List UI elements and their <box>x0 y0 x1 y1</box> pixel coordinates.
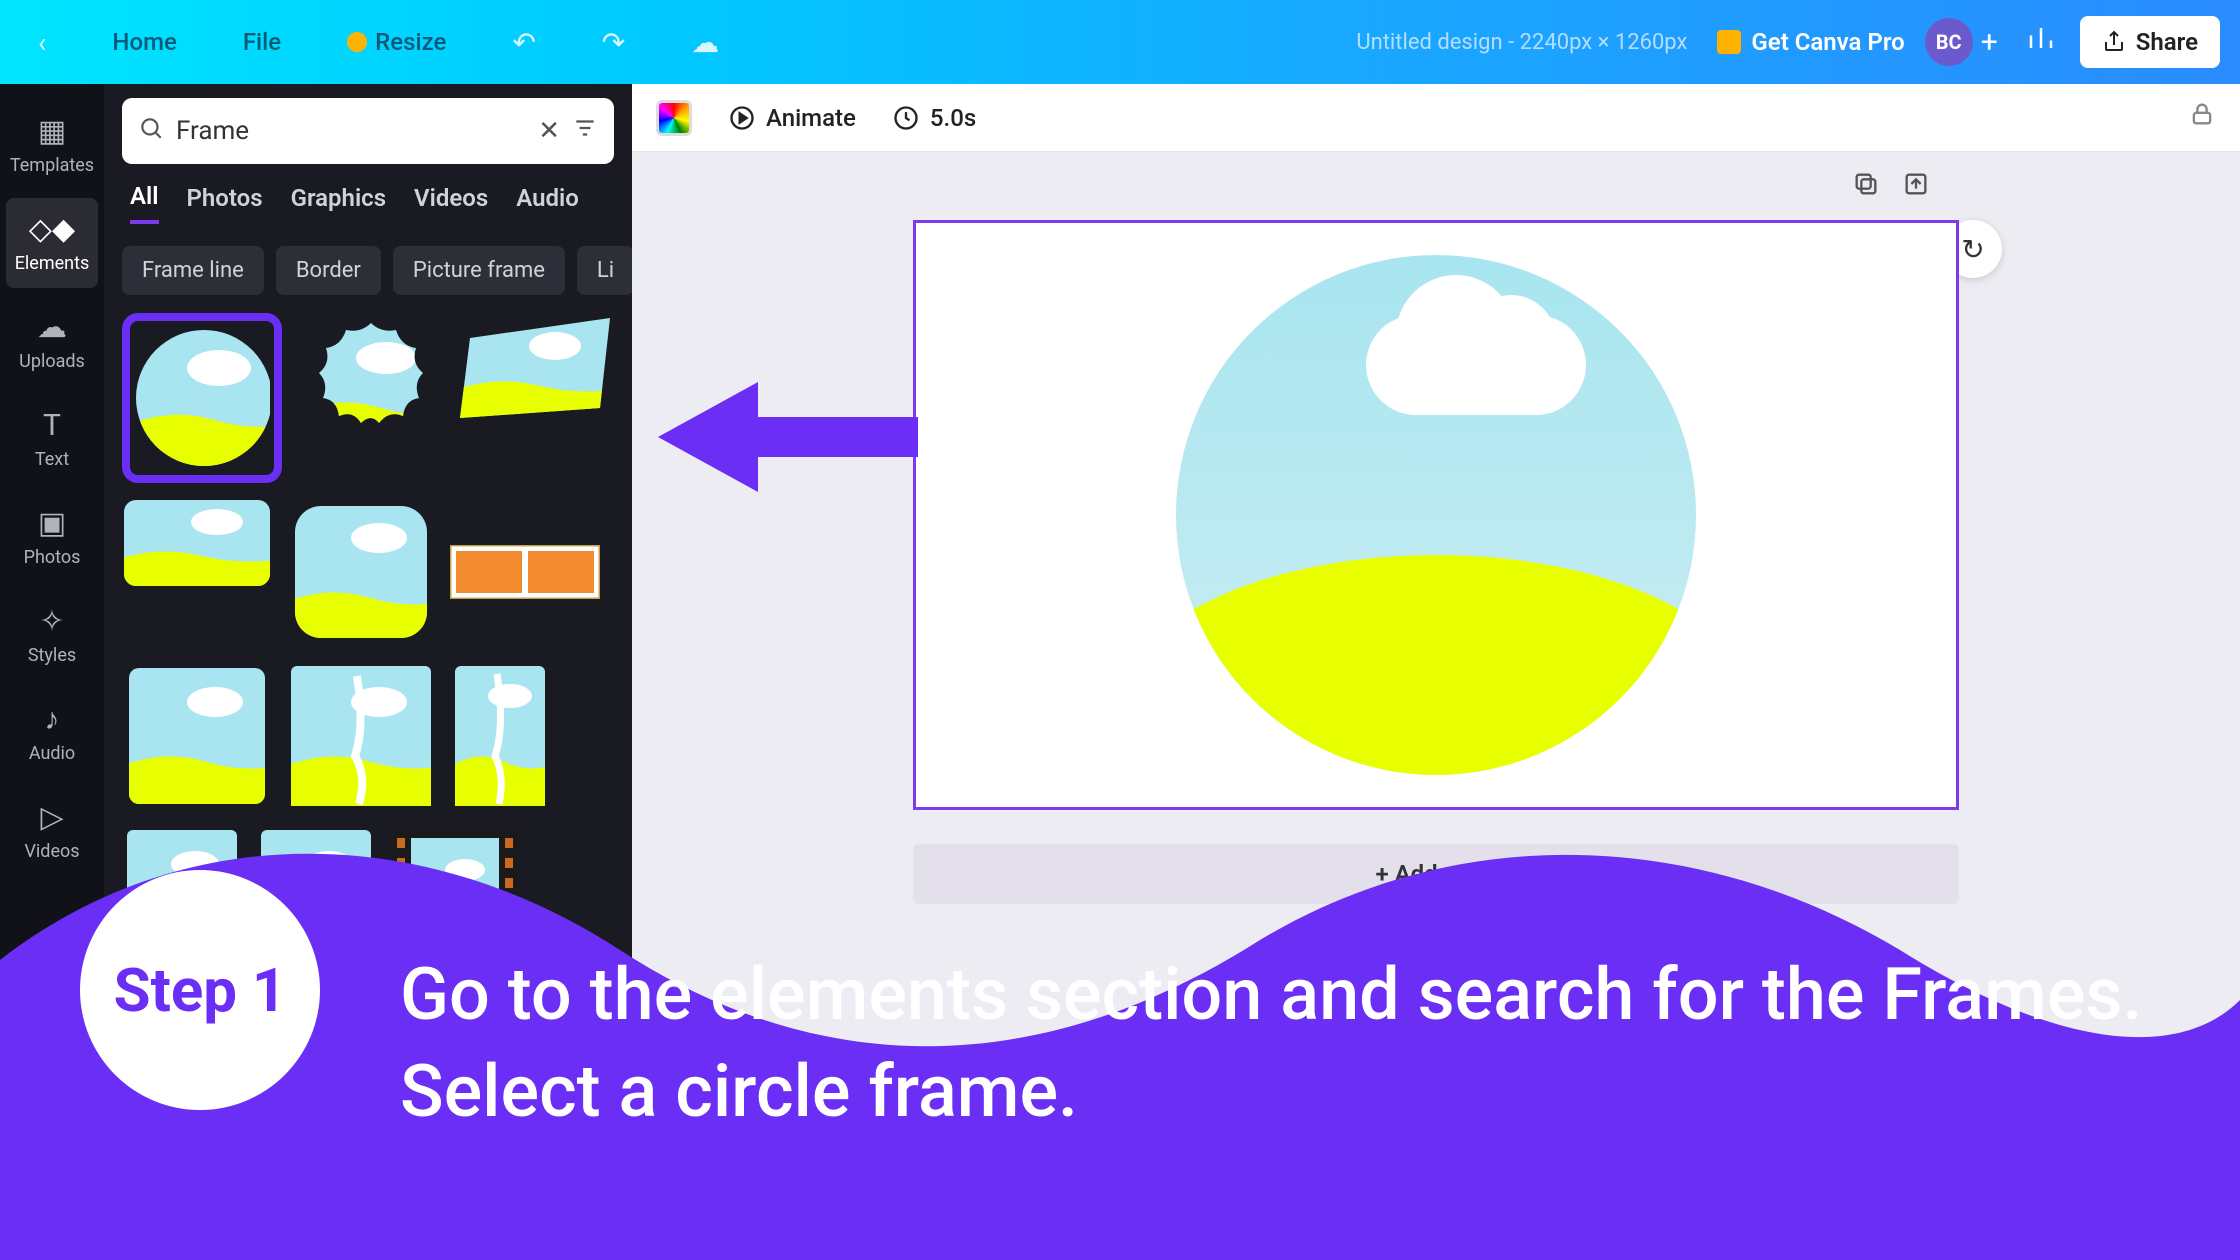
tab-graphics[interactable]: Graphics <box>291 184 386 222</box>
design-title[interactable]: Untitled design - 2240px × 1260px <box>1356 30 1687 55</box>
undo-icon[interactable]: ↶ <box>494 26 553 59</box>
tab-photos[interactable]: Photos <box>187 184 263 222</box>
duration-button[interactable]: 5.0s <box>892 104 976 132</box>
avatar[interactable]: BC <box>1925 18 1973 66</box>
rail-label: Templates <box>10 155 94 176</box>
tutorial-arrow <box>648 362 928 512</box>
back-icon[interactable]: ‹ <box>20 26 64 59</box>
step-badge: Step 1 <box>80 870 320 1110</box>
photos-icon: ▣ <box>38 506 66 541</box>
rail-label: Photos <box>24 547 81 568</box>
clear-search-icon[interactable]: ✕ <box>538 116 560 146</box>
home-link[interactable]: Home <box>94 28 194 56</box>
tab-audio[interactable]: Audio <box>516 184 579 222</box>
chip-more[interactable]: Li <box>577 246 632 295</box>
result-tabs: All Photos Graphics Videos Audio <box>122 182 614 224</box>
search-icon <box>138 115 164 148</box>
file-menu[interactable]: File <box>225 28 299 56</box>
search-input[interactable] <box>176 116 526 146</box>
page-tools <box>1852 170 1930 205</box>
chip-frame-line[interactable]: Frame line <box>122 246 264 295</box>
animate-icon <box>728 104 756 132</box>
lock-icon[interactable] <box>2188 100 2216 135</box>
chip-border[interactable]: Border <box>276 246 381 295</box>
rail-photos[interactable]: ▣ Photos <box>0 492 104 582</box>
tutorial-banner: Step 1 Go to the elements section and se… <box>0 840 2240 1260</box>
tab-videos[interactable]: Videos <box>414 184 488 222</box>
share-icon <box>2102 30 2126 54</box>
frame-circle-thumb[interactable] <box>122 313 282 483</box>
frame-hill <box>1176 555 1696 775</box>
templates-icon: ▦ <box>38 114 66 149</box>
frame-scallop-thumb[interactable] <box>296 313 446 463</box>
elements-icon: ◇◆ <box>29 212 75 247</box>
rail-uploads[interactable]: ☁ Uploads <box>0 296 104 386</box>
rail-templates[interactable]: ▦ Templates <box>0 100 104 190</box>
share-button[interactable]: Share <box>2080 16 2220 68</box>
color-picker-button[interactable] <box>656 100 692 136</box>
rail-label: Styles <box>28 645 76 666</box>
chip-picture-frame[interactable]: Picture frame <box>393 246 565 295</box>
duplicate-page-icon[interactable] <box>1852 170 1880 205</box>
circle-frame-element[interactable] <box>1176 255 1696 775</box>
animate-button[interactable]: Animate <box>728 104 856 132</box>
animate-label: Animate <box>766 104 856 132</box>
rail-elements[interactable]: ◇◆ Elements <box>6 198 98 288</box>
rail-label: Elements <box>15 253 90 274</box>
audio-icon: ♪ <box>45 702 60 737</box>
rail-styles[interactable]: ✧ Styles <box>0 590 104 680</box>
canvas-toolbar: Animate 5.0s <box>632 84 2240 152</box>
frame-filmstrip-thumb[interactable] <box>450 542 600 602</box>
topbar-left: ‹ Home File Resize ↶ ↷ ☁ <box>20 26 737 59</box>
tutorial-text: Go to the elements section and search fo… <box>400 946 2180 1140</box>
frame-cloud <box>1366 315 1586 415</box>
crown-icon <box>347 32 367 52</box>
redo-icon[interactable]: ↷ <box>584 26 643 59</box>
frame-rounded-wide-thumb[interactable] <box>122 497 272 589</box>
rail-audio[interactable]: ♪ Audio <box>0 688 104 778</box>
tab-all[interactable]: All <box>130 182 159 224</box>
frame-torn-square-thumb[interactable] <box>286 661 436 811</box>
resize-button[interactable]: Resize <box>329 28 464 56</box>
search-bar: ✕ <box>122 98 614 164</box>
uploads-icon: ☁ <box>37 310 67 345</box>
filter-icon[interactable] <box>572 115 598 148</box>
share-label: Share <box>2136 28 2198 56</box>
design-page[interactable] <box>913 220 1959 810</box>
frame-parallelogram-thumb[interactable] <box>460 313 610 423</box>
rail-text[interactable]: T Text <box>0 394 104 484</box>
get-pro-button[interactable]: Get Canva Pro <box>1717 28 1904 56</box>
rail-label: Audio <box>29 743 75 764</box>
rail-label: Uploads <box>19 351 85 372</box>
frame-square-thumb[interactable] <box>122 661 272 811</box>
duration-label: 5.0s <box>930 104 976 132</box>
suggestion-chips: Frame line Border Picture frame Li › <box>122 246 614 295</box>
frame-torn-portrait-thumb[interactable] <box>450 661 550 811</box>
frame-rounded-square-thumb[interactable] <box>286 497 436 647</box>
add-member-icon[interactable]: + <box>1981 25 1998 60</box>
cloud-sync-icon[interactable]: ☁ <box>673 26 737 59</box>
clock-icon <box>892 104 920 132</box>
pro-label: Get Canva Pro <box>1751 28 1904 56</box>
styles-icon: ✧ <box>39 604 64 639</box>
crown-icon <box>1717 30 1741 54</box>
rail-label: Text <box>35 449 69 470</box>
insights-icon[interactable] <box>2026 23 2056 61</box>
text-icon: T <box>43 408 61 443</box>
videos-icon: ▷ <box>40 800 63 835</box>
resize-label: Resize <box>375 28 446 56</box>
export-page-icon[interactable] <box>1902 170 1930 205</box>
top-bar: ‹ Home File Resize ↶ ↷ ☁ Untitled design… <box>0 0 2240 84</box>
